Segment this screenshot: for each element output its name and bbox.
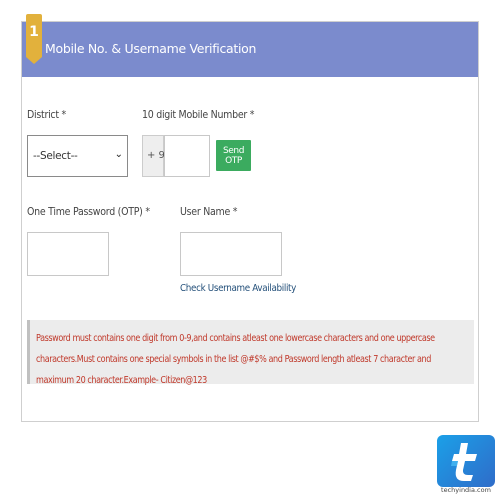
username-input[interactable] (180, 232, 282, 276)
chevron-down-icon: ⌄ (114, 149, 123, 160)
password-requirements-note: Password must contains one digit from 0-… (27, 320, 474, 386)
check-username-availability-link[interactable]: Check Username Availability (180, 283, 296, 294)
registration-card: 1 Mobile No. & Username Verification Dis… (21, 14, 479, 422)
send-otp-button[interactable]: Send OTP (216, 140, 251, 171)
section-title: Mobile No. & Username Verification (45, 41, 257, 56)
section-header: 1 Mobile No. & Username Verification (22, 14, 478, 77)
district-select[interactable]: --Select-- ⌄ (27, 135, 128, 177)
otp-label: One Time Password (OTP) * (27, 206, 150, 218)
logo-glyph (451, 443, 477, 481)
watermark-caption: techyindia.com (441, 486, 491, 494)
password-requirements-text: Password must contains one digit from 0-… (36, 333, 435, 386)
mobile-label: 10 digit Mobile Number * (142, 109, 255, 121)
step-badge: 1 (26, 14, 42, 64)
watermark-logo: techyindia.com (437, 435, 495, 494)
otp-input[interactable] (27, 232, 109, 276)
username-label: User Name * (180, 206, 238, 218)
mobile-number-input[interactable] (164, 135, 210, 177)
step-number: 1 (29, 24, 39, 40)
techyindia-logo-icon (437, 435, 495, 487)
district-label: District * (27, 109, 66, 121)
country-code-prefix: + 91 (142, 135, 171, 177)
district-selected-value: --Select-- (33, 150, 78, 162)
